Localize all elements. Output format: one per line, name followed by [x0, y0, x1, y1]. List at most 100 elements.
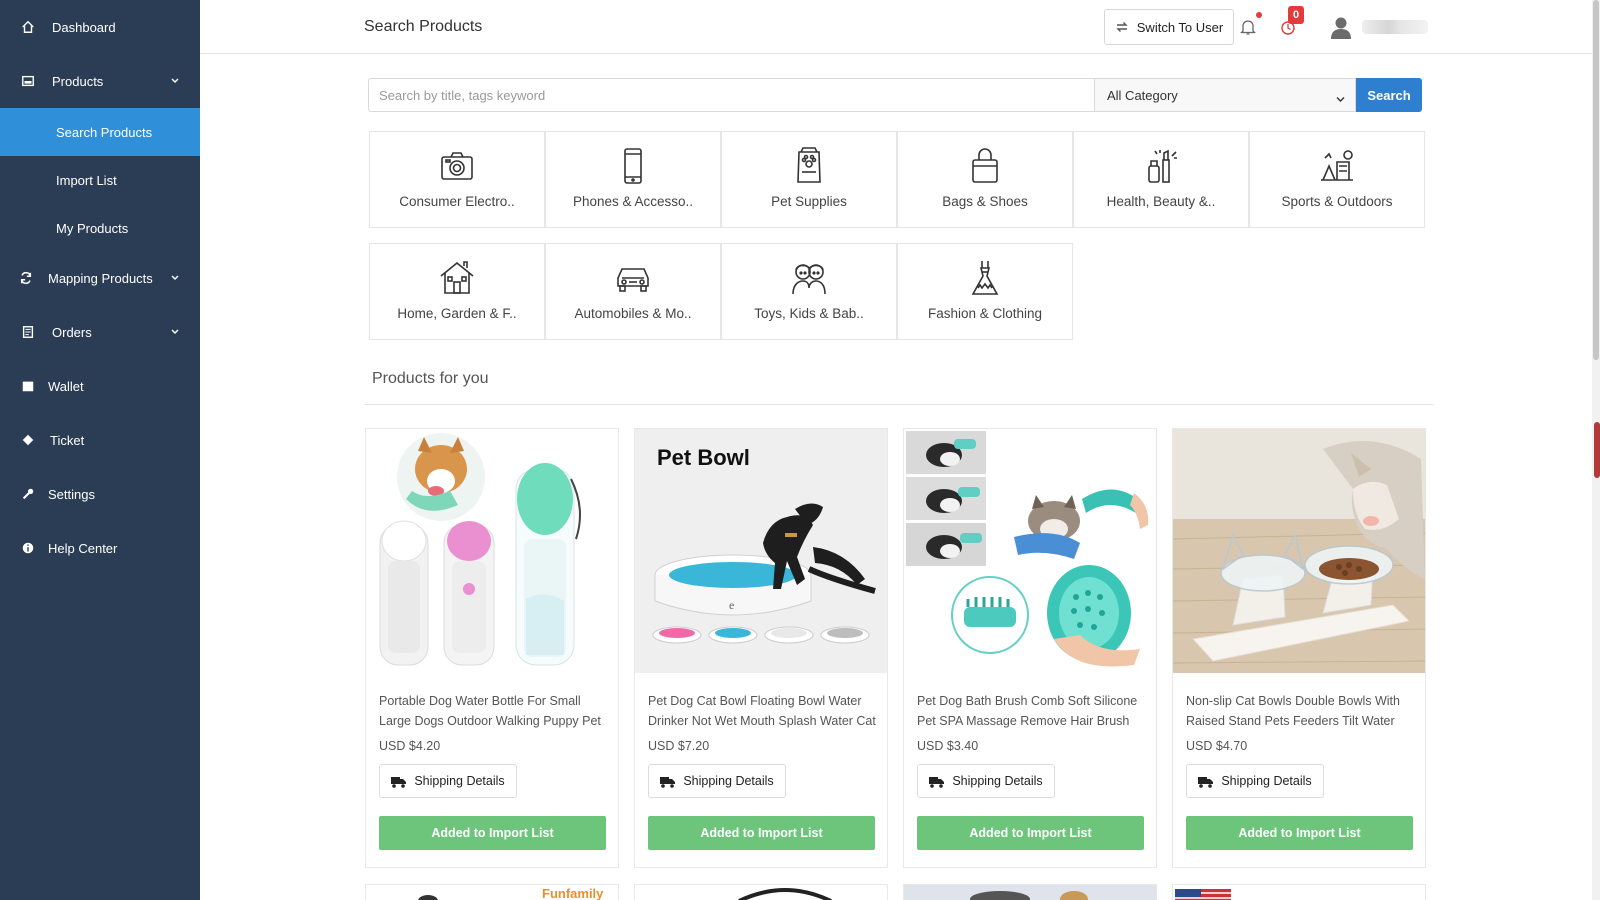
sidebar-subitem-my-products[interactable]: My Products	[0, 204, 200, 252]
dress-icon	[965, 258, 1005, 298]
shipping-details-label: Shipping Details	[683, 774, 774, 788]
product-image[interactable]	[366, 429, 618, 673]
switch-to-user-label: Switch To User	[1136, 19, 1224, 35]
avatar[interactable]	[1328, 14, 1354, 40]
page-title: Search Products	[364, 18, 483, 35]
product-title[interactable]: Non-slip Cat Bowls Double Bowls With Rai…	[1186, 691, 1414, 731]
wrench-icon	[20, 486, 36, 502]
chevron-down-icon	[170, 325, 180, 335]
image-caption: Pet Bowl	[657, 445, 750, 470]
sidebar-subitem-import-list[interactable]: Import List	[0, 156, 200, 204]
shipping-details-button[interactable]: Shipping Details	[648, 764, 786, 798]
bell-icon[interactable]	[1239, 18, 1257, 36]
shipping-details-label: Shipping Details	[952, 774, 1043, 788]
sidebar-item-label: My Products	[56, 220, 129, 236]
product-title[interactable]: Pet Dog Cat Bowl Floating Bowl Water Dri…	[648, 691, 876, 731]
category-tile[interactable]: Home, Garden & F..	[369, 243, 545, 340]
category-label: Health, Beauty &..	[1106, 194, 1216, 209]
sidebar-item-label: Settings	[48, 486, 95, 502]
product-card[interactable]: Portable Dog Water Bottle For Small Larg…	[365, 428, 619, 868]
added-to-import-list-button[interactable]: Added to Import List	[648, 816, 875, 850]
truck-icon	[929, 776, 945, 788]
category-tile[interactable]: Sports & Outdoors	[1249, 131, 1425, 228]
product-card-peek[interactable]	[1172, 884, 1426, 900]
category-select[interactable]: All Category	[1094, 78, 1356, 112]
sidebar-item-mapping-products[interactable]: Mapping Products	[0, 254, 200, 302]
category-tile[interactable]: Pet Supplies	[721, 131, 897, 228]
category-tile[interactable]: Fashion & Clothing	[897, 243, 1073, 340]
refresh-icon	[18, 270, 34, 286]
product-card[interactable]: Pet Bowl e Pet Dog Cat Bowl Floating Bow…	[634, 428, 888, 868]
product-image[interactable]: Pet Bowl e	[635, 429, 887, 673]
home-icon	[20, 19, 36, 35]
car-icon	[613, 258, 653, 298]
brand-text: Funfamily	[542, 886, 604, 900]
category-tile[interactable]: Toys, Kids & Bab..	[721, 243, 897, 340]
sidebar-item-label: Dashboard	[52, 19, 116, 35]
product-price: USD $4.20	[379, 739, 441, 753]
shipping-details-button[interactable]: Shipping Details	[1186, 764, 1324, 798]
product-card-peek[interactable]	[903, 884, 1157, 900]
info-icon	[20, 540, 36, 556]
shipping-details-button[interactable]: Shipping Details	[917, 764, 1055, 798]
truck-icon	[391, 776, 407, 788]
sidebar-item-dashboard[interactable]: Dashboard	[0, 3, 200, 51]
product-card-peek[interactable]	[634, 884, 888, 900]
shipping-details-label: Shipping Details	[1221, 774, 1312, 788]
product-card[interactable]: Pet Dog Bath Brush Comb Soft Silicone Pe…	[903, 428, 1157, 868]
category-tile[interactable]: Health, Beauty &..	[1073, 131, 1249, 228]
house-icon	[437, 258, 477, 298]
search-button[interactable]: Search	[1356, 78, 1422, 112]
sidebar-item-label: Search Products	[56, 124, 153, 140]
product-title[interactable]: Pet Dog Bath Brush Comb Soft Silicone Pe…	[917, 691, 1145, 731]
sidebar-subitem-search-products[interactable]: Search Products	[0, 108, 200, 156]
sidebar-item-label: Ticket	[50, 432, 85, 448]
chevron-down-icon	[170, 271, 180, 281]
added-to-import-list-button[interactable]: Added to Import List	[379, 816, 606, 850]
added-to-import-list-button[interactable]: Added to Import List	[1186, 816, 1413, 850]
kids-icon	[789, 258, 829, 298]
category-label: Bags & Shoes	[942, 194, 1028, 209]
cosmetics-icon	[1141, 146, 1181, 186]
shipping-details-label: Shipping Details	[414, 774, 505, 788]
phone-icon	[613, 146, 653, 186]
category-tile[interactable]: Automobiles & Mo..	[545, 243, 721, 340]
sidebar-item-ticket[interactable]: Ticket	[0, 416, 200, 464]
product-price: USD $4.70	[1186, 739, 1248, 753]
product-price: USD $7.20	[648, 739, 710, 753]
switch-to-user-button[interactable]: Switch To User	[1104, 9, 1234, 45]
product-card-peek[interactable]: Funfamily	[365, 884, 619, 900]
shipping-details-button[interactable]: Shipping Details	[379, 764, 517, 798]
svg-text:e: e	[729, 598, 734, 612]
wallet-icon	[20, 378, 36, 394]
sidebar-item-products[interactable]: Products	[0, 57, 200, 105]
product-image[interactable]	[904, 429, 1156, 673]
sports-icon	[1317, 146, 1357, 186]
category-label: Sports & Outdoors	[1281, 194, 1393, 209]
category-label: Consumer Electro..	[399, 194, 515, 209]
top-bar: Search Products Switch To User 0	[200, 0, 1600, 54]
category-label: Automobiles & Mo..	[574, 306, 692, 321]
user-name-redacted[interactable]	[1362, 20, 1428, 34]
sidebar-item-wallet[interactable]: Wallet	[0, 362, 200, 410]
search-input[interactable]	[368, 78, 1094, 112]
chevron-down-icon	[170, 74, 180, 84]
scrollbar-thumb[interactable]	[1593, 0, 1599, 360]
camera-icon	[437, 146, 477, 186]
product-title[interactable]: Portable Dog Water Bottle For Small Larg…	[379, 691, 607, 731]
added-to-import-list-button[interactable]: Added to Import List	[917, 816, 1144, 850]
product-card[interactable]: Non-slip Cat Bowls Double Bowls With Rai…	[1172, 428, 1426, 868]
sidebar-item-help-center[interactable]: Help Center	[0, 524, 200, 572]
sidebar-item-orders[interactable]: Orders	[0, 308, 200, 356]
switch-icon	[1116, 22, 1128, 32]
category-tile[interactable]: Phones & Accesso..	[545, 131, 721, 228]
category-label: Fashion & Clothing	[927, 306, 1043, 321]
product-image[interactable]	[1173, 429, 1425, 673]
sidebar-item-label: Help Center	[48, 540, 118, 556]
bag-icon	[965, 146, 1005, 186]
category-tile[interactable]: Consumer Electro..	[369, 131, 545, 228]
receipt-icon	[20, 324, 36, 340]
sidebar-item-settings[interactable]: Settings	[0, 470, 200, 518]
image-icon	[20, 73, 36, 89]
category-tile[interactable]: Bags & Shoes	[897, 131, 1073, 228]
